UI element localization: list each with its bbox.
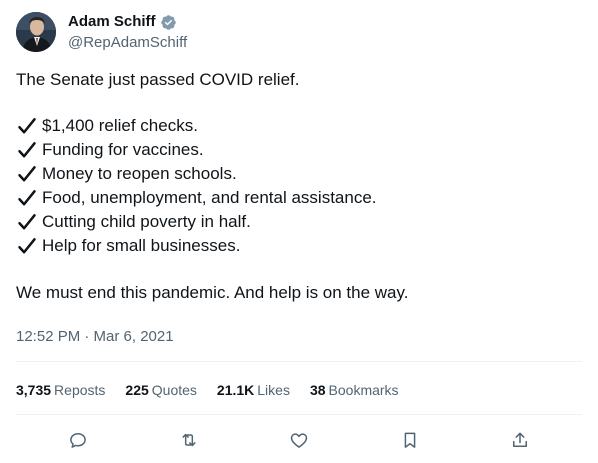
repost-icon[interactable] [175, 426, 203, 454]
checklist-item: $1,400 relief checks. [16, 114, 576, 138]
display-name-row: Adam Schiff [68, 12, 187, 32]
divider [16, 361, 582, 362]
tweet-header: Adam Schiff @RepAdamSchiff [16, 12, 187, 53]
checklist-item-text: Food, unemployment, and rental assistanc… [42, 188, 377, 207]
checklist-item: Funding for vaccines. [16, 138, 576, 162]
likes-label: Likes [257, 382, 290, 398]
divider [16, 414, 582, 415]
checklist-item-text: Cutting child poverty in half. [42, 212, 251, 231]
checklist: $1,400 relief checks. Funding for vaccin… [16, 114, 576, 258]
verified-badge-icon [160, 14, 177, 31]
quotes-label: Quotes [151, 382, 197, 398]
reply-icon[interactable] [64, 426, 92, 454]
heavy-check-mark-icon [16, 187, 38, 209]
bookmarks-stat[interactable]: 38 Bookmarks [310, 380, 399, 400]
checklist-item-text: Funding for vaccines. [42, 140, 204, 159]
checklist-item-text: $1,400 relief checks. [42, 116, 198, 135]
heavy-check-mark-icon [16, 115, 38, 137]
checklist-item: Help for small businesses. [16, 234, 576, 258]
checklist-item-text: Money to reopen schools. [42, 164, 237, 183]
like-icon[interactable] [285, 426, 313, 454]
tweet-outro: We must end this pandemic. And help is o… [16, 283, 409, 302]
checklist-item-text: Help for small businesses. [42, 236, 241, 255]
author-names: Adam Schiff @RepAdamSchiff [68, 12, 187, 53]
likes-count: 21.1K [216, 382, 255, 398]
heavy-check-mark-icon [16, 139, 38, 161]
quotes-count: 225 [125, 382, 149, 398]
handle[interactable]: @RepAdamSchiff [68, 33, 187, 53]
bookmarks-count: 38 [309, 382, 326, 398]
action-bar [16, 426, 582, 454]
quotes-stat[interactable]: 225 Quotes [125, 380, 197, 400]
heavy-check-mark-icon [16, 235, 38, 257]
bookmark-icon[interactable] [396, 426, 424, 454]
tweet-detail: Adam Schiff @RepAdamSchiff The Senate ju… [0, 0, 598, 463]
display-name[interactable]: Adam Schiff [68, 12, 156, 32]
reposts-count: 3,735 [16, 382, 52, 398]
timestamp[interactable]: 12:52 PM · Mar 6, 2021 [16, 327, 174, 347]
tweet-intro: The Senate just passed COVID relief. [16, 70, 300, 89]
heavy-check-mark-icon [16, 163, 38, 185]
likes-stat[interactable]: 21.1K Likes [217, 380, 290, 400]
tweet-text: The Senate just passed COVID relief. $1,… [16, 68, 576, 305]
checklist-item: Food, unemployment, and rental assistanc… [16, 186, 576, 210]
avatar[interactable] [16, 12, 56, 52]
bookmarks-label: Bookmarks [328, 382, 399, 398]
share-icon[interactable] [506, 426, 534, 454]
checklist-item: Cutting child poverty in half. [16, 210, 576, 234]
reposts-stat[interactable]: 3,735 Reposts [16, 380, 105, 400]
reposts-label: Reposts [54, 382, 106, 398]
engagement-stats: 3,735 Reposts 225 Quotes 21.1K Likes 38 Book… [16, 380, 419, 400]
heavy-check-mark-icon [16, 211, 38, 233]
checklist-item: Money to reopen schools. [16, 162, 576, 186]
